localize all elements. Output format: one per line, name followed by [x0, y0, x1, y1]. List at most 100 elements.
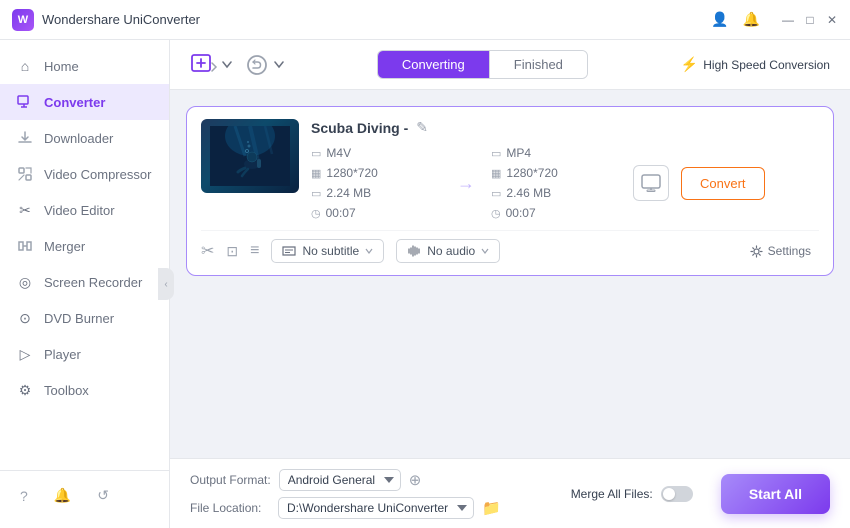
converter-icon — [16, 93, 34, 111]
file-edit-icon[interactable]: ✎ — [416, 119, 428, 136]
dest-size-item: ▭ 2.46 MB — [491, 186, 621, 200]
file-name: Scuba Diving - — [311, 120, 408, 136]
source-size: 2.24 MB — [326, 186, 371, 200]
sidebar-label-recorder: Screen Recorder — [44, 275, 142, 290]
close-button[interactable]: ✕ — [826, 14, 838, 26]
dest-resolution-icon: ▦ — [491, 167, 501, 180]
source-duration-item: ◷ 00:07 — [311, 206, 441, 220]
sidebar-item-notifications[interactable]: 🔔 — [50, 483, 75, 508]
merger-icon — [16, 237, 34, 255]
sidebar-label-player: Player — [44, 347, 81, 362]
bell-icon[interactable]: 🔔 — [743, 11, 760, 28]
output-format-select[interactable]: Android General — [279, 469, 401, 491]
sidebar-collapse-button[interactable]: ‹ — [158, 268, 174, 300]
browse-folder-icon[interactable]: 📁 — [482, 499, 501, 517]
dvd-icon: ⊙ — [16, 309, 34, 327]
footer-fields: Output Format: Android General ⊕ File Lo… — [190, 469, 501, 519]
compressor-icon — [16, 165, 34, 183]
footer: Output Format: Android General ⊕ File Lo… — [170, 458, 850, 528]
crop-icon[interactable]: ⊡ — [226, 243, 238, 260]
window-controls: — □ ✕ — [782, 14, 838, 26]
lightning-icon: ⚡ — [681, 56, 698, 73]
meta-source: ▭ M4V ▦ 1280*720 ▭ 2.24 MB — [311, 146, 441, 220]
dest-duration-icon: ◷ — [491, 207, 501, 220]
main-layout: ⌂ Home Converter Downloader — [0, 40, 850, 528]
effects-icon[interactable]: ≡ — [250, 242, 259, 260]
sidebar-label-merger: Merger — [44, 239, 85, 254]
title-bar: W Wondershare UniConverter 👤 🔔 — □ ✕ — [0, 0, 850, 40]
file-location-select[interactable]: D:\Wondershare UniConverter — [278, 497, 474, 519]
settings-label: Settings — [768, 244, 811, 258]
sidebar-item-toolbox[interactable]: ⚙ Toolbox — [0, 372, 169, 408]
app-icon: W — [12, 9, 34, 31]
sidebar-item-player[interactable]: ▷ Player — [0, 336, 169, 372]
file-card-bottom: ✂ ⊡ ≡ No subtitle — [201, 230, 819, 263]
sidebar-label-editor: Video Editor — [44, 203, 115, 218]
audio-select[interactable]: No audio — [396, 239, 500, 263]
cut-icon[interactable]: ✂ — [201, 241, 214, 261]
tab-finished[interactable]: Finished — [490, 51, 587, 78]
merge-label: Merge All Files: — [571, 487, 653, 501]
audio-label: No audio — [427, 244, 475, 258]
merge-toggle[interactable] — [661, 486, 693, 502]
sidebar-bottom: ? 🔔 ↺ — [0, 470, 169, 520]
merge-row: Merge All Files: — [571, 486, 693, 502]
high-speed-conversion[interactable]: ⚡ High Speed Conversion — [681, 56, 830, 73]
sidebar-label-toolbox: Toolbox — [44, 383, 89, 398]
start-all-button[interactable]: Start All — [721, 474, 830, 514]
minimize-button[interactable]: — — [782, 14, 794, 26]
high-speed-label: High Speed Conversion — [703, 58, 830, 72]
sidebar-item-downloader[interactable]: Downloader — [0, 120, 169, 156]
convert-select-button[interactable] — [244, 52, 284, 78]
sidebar-item-screen-recorder[interactable]: ◎ Screen Recorder — [0, 264, 169, 300]
output-format-row: Output Format: Android General ⊕ — [190, 469, 501, 491]
sidebar-label-dvd: DVD Burner — [44, 311, 114, 326]
file-area: Scuba Diving - ✎ ▭ M4V ▦ — [170, 90, 850, 458]
convert-arrow-icon: → — [457, 173, 475, 194]
source-resolution-item: ▦ 1280*720 — [311, 166, 441, 180]
dest-resolution-item: ▦ 1280*720 — [491, 166, 621, 180]
content-area: Converting Finished ⚡ High Speed Convers… — [170, 40, 850, 528]
title-bar-controls: 👤 🔔 — □ ✕ — [711, 11, 838, 28]
output-format-icon[interactable]: ⊕ — [409, 471, 422, 489]
dest-resolution: 1280*720 — [506, 166, 557, 180]
output-format-label: Output Format: — [190, 473, 271, 487]
sidebar-item-home[interactable]: ⌂ Home — [0, 48, 169, 84]
dest-format-icon: ▭ — [491, 147, 501, 160]
sidebar-item-converter[interactable]: Converter — [0, 84, 169, 120]
file-thumbnail — [201, 119, 299, 193]
convert-button[interactable]: Convert — [681, 167, 765, 200]
dest-duration-item: ◷ 00:07 — [491, 206, 621, 220]
sidebar-item-video-compressor[interactable]: Video Compressor — [0, 156, 169, 192]
source-format-item: ▭ M4V — [311, 146, 441, 160]
add-file-button[interactable] — [190, 51, 232, 79]
device-icon — [633, 165, 669, 201]
user-icon[interactable]: 👤 — [711, 11, 728, 28]
subtitle-select[interactable]: No subtitle — [271, 239, 384, 263]
content-header: Converting Finished ⚡ High Speed Convers… — [170, 40, 850, 90]
sidebar-label-downloader: Downloader — [44, 131, 113, 146]
dest-format-item: ▭ MP4 — [491, 146, 621, 160]
duration-icon: ◷ — [311, 207, 321, 220]
file-title-row: Scuba Diving - ✎ — [311, 119, 819, 136]
sidebar-item-help[interactable]: ? — [16, 484, 32, 508]
source-duration: 00:07 — [326, 206, 356, 220]
sidebar-item-dvd-burner[interactable]: ⊙ DVD Burner — [0, 300, 169, 336]
file-card: Scuba Diving - ✎ ▭ M4V ▦ — [186, 106, 834, 276]
sidebar-item-video-editor[interactable]: ✂ Video Editor — [0, 192, 169, 228]
sidebar-item-feedback[interactable]: ↺ — [93, 483, 113, 508]
player-icon: ▷ — [16, 345, 34, 363]
maximize-button[interactable]: □ — [804, 14, 816, 26]
dest-format: MP4 — [506, 146, 531, 160]
sidebar-item-merger[interactable]: Merger — [0, 228, 169, 264]
dest-duration: 00:07 — [506, 206, 536, 220]
sidebar-label-converter: Converter — [44, 95, 105, 110]
format-icon: ▭ — [311, 147, 321, 160]
home-icon: ⌂ — [16, 57, 34, 75]
tab-converting[interactable]: Converting — [378, 51, 490, 78]
subtitle-label: No subtitle — [302, 244, 359, 258]
file-settings-button[interactable]: Settings — [742, 240, 819, 262]
header-actions — [190, 51, 284, 79]
tab-group: Converting Finished — [377, 50, 588, 79]
editor-icon: ✂ — [16, 201, 34, 219]
